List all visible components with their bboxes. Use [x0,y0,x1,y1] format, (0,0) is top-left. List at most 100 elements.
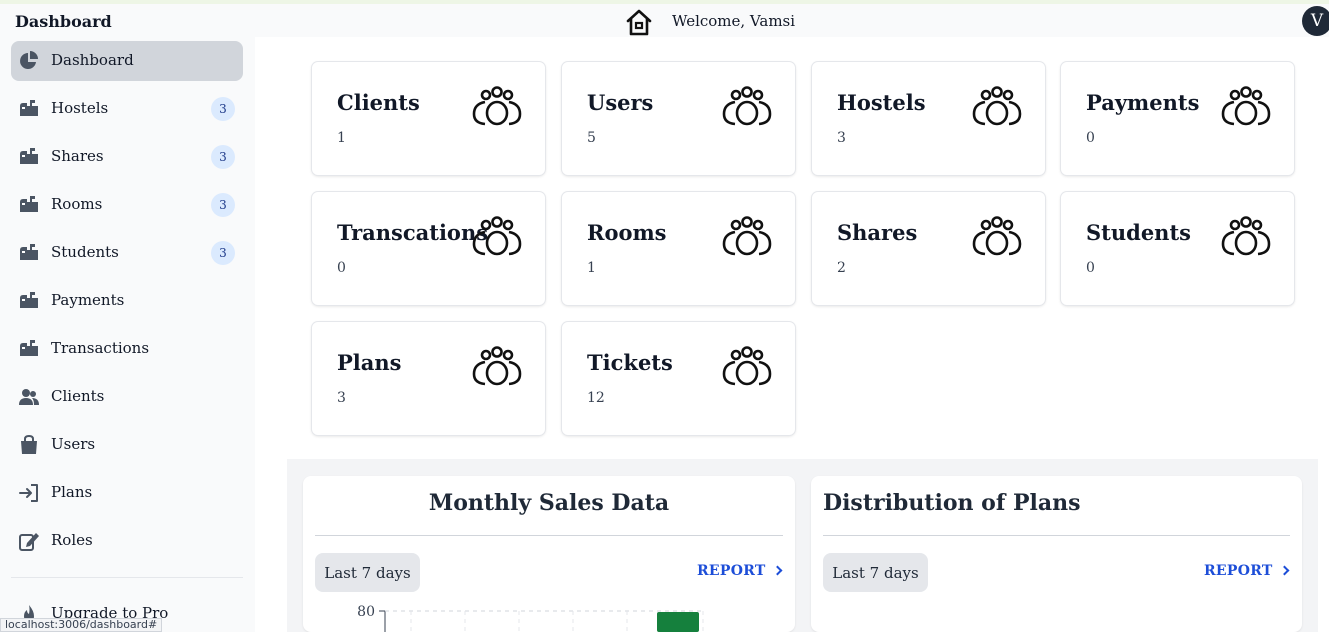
group-icon [472,216,522,256]
stat-card-shares[interactable]: Shares 2 [812,192,1045,305]
card-value: 0 [1086,260,1095,276]
sidebar-item-payments[interactable]: Payments [11,281,243,321]
group-icon [722,346,772,386]
card-value: 0 [337,260,346,276]
brand-title: Dashboard [15,12,112,31]
card-value: 0 [1086,130,1095,146]
sidebar-item-hostels[interactable]: Hostels 3 [11,89,243,129]
monthly-sales-panel: Monthly Sales Data Last 7 days REPORT 80 [303,476,795,632]
sidebar-item-label: Payments [51,291,125,309]
count-badge: 3 [211,97,235,121]
chevron-right-icon [1279,565,1290,576]
card-title: Hostels [837,90,926,115]
card-value: 1 [587,260,596,276]
mailbox-icon [20,292,38,308]
panel-divider [315,535,783,536]
shopping-bag-icon [21,434,37,454]
sidebar-divider [11,577,243,578]
sidebar-item-label: Students [51,243,119,261]
card-title: Plans [337,350,402,375]
stat-card-students[interactable]: Students 0 [1061,192,1294,305]
stat-card-users[interactable]: Users 5 [562,62,795,175]
sidebar-item-label: Shares [51,147,104,165]
panel-divider [823,535,1290,536]
count-badge: 3 [211,193,235,217]
sidebar-item-label: Plans [51,483,93,501]
distribution-of-plans-panel: Distribution of Plans Last 7 days REPORT [811,476,1302,632]
card-value: 3 [837,130,846,146]
card-title: Users [587,90,654,115]
report-link[interactable]: REPORT [697,563,783,579]
avatar[interactable]: V [1302,6,1329,36]
group-icon [972,86,1022,126]
card-value: 5 [587,130,596,146]
group-icon [472,346,522,386]
sidebar-item-label: Hostels [51,99,109,117]
sales-bar-chart: 80 [357,604,704,632]
mailbox-icon [20,148,38,164]
card-value: 2 [837,260,846,276]
card-value: 3 [337,390,346,406]
chart-bar [657,612,699,632]
stat-card-hostels[interactable]: Hostels 3 [812,62,1045,175]
stat-card-transactions[interactable]: Transcations 0 [312,192,545,305]
welcome-text: Welcome, Vamsi [672,12,796,30]
card-title: Shares [837,220,918,245]
sidebar-item-shares[interactable]: Shares 3 [11,137,243,177]
sidebar-item-label: Dashboard [51,51,134,69]
card-title: Rooms [587,220,667,245]
sidebar-item-plans[interactable]: Plans [11,473,243,513]
users-icon [19,389,39,405]
sidebar-item-clients[interactable]: Clients [11,377,243,417]
sidebar-item-label: Rooms [51,195,103,213]
stat-card-tickets[interactable]: Tickets 12 [562,322,795,435]
report-link[interactable]: REPORT [1204,563,1290,579]
mailbox-icon [20,100,38,116]
sidebar-item-label: Roles [51,531,93,549]
count-badge: 3 [211,145,235,169]
group-icon [972,216,1022,256]
sidebar-item-roles[interactable]: Roles [11,521,243,561]
sidebar-item-label: Users [51,435,96,453]
group-icon [1221,86,1271,126]
card-value: 12 [587,390,605,406]
report-label: REPORT [1204,563,1273,579]
top-header: Dashboard Welcome, Vamsi V [0,4,1329,37]
home-icon[interactable] [624,7,654,37]
sidebar-item-label: Clients [51,387,105,405]
sign-in-icon [19,484,38,502]
card-title: Tickets [587,350,673,375]
report-label: REPORT [697,563,766,579]
edit-icon [19,533,39,551]
card-title: Students [1086,220,1191,245]
mailbox-icon [20,244,38,260]
stat-card-clients[interactable]: Clients 1 [312,62,545,175]
group-icon [472,86,522,126]
stat-card-rooms[interactable]: Rooms 1 [562,192,795,305]
date-range-dropdown[interactable]: Last 7 days [315,553,420,592]
sidebar-item-rooms[interactable]: Rooms 3 [11,185,243,225]
mailbox-icon [20,196,38,212]
sidebar-item-transactions[interactable]: Transactions [11,329,243,369]
sidebar-item-dashboard[interactable]: Dashboard [11,41,243,81]
sidebar: Dashboard Hostels 3 Shares 3 Rooms 3 Stu… [0,37,255,632]
card-title: Payments [1086,90,1200,115]
status-bar-url: localhost:3006/dashboard# [0,618,163,632]
stat-card-payments[interactable]: Payments 0 [1061,62,1294,175]
mailbox-icon [20,340,38,356]
group-icon [1221,216,1271,256]
panel-title: Monthly Sales Data [428,490,670,516]
sidebar-item-students[interactable]: Students 3 [11,233,243,273]
stat-card-plans[interactable]: Plans 3 [312,322,545,435]
panel-title: Distribution of Plans [823,490,1081,516]
card-title: Transcations [337,220,489,245]
count-badge: 3 [211,241,235,265]
date-range-dropdown[interactable]: Last 7 days [823,553,928,592]
card-value: 1 [337,130,346,146]
group-icon [722,86,772,126]
chevron-right-icon [772,565,783,576]
card-title: Clients [337,90,420,115]
sidebar-item-users[interactable]: Users [11,425,243,465]
sidebar-item-label: Transactions [51,339,150,357]
y-tick-label: 80 [357,604,375,620]
